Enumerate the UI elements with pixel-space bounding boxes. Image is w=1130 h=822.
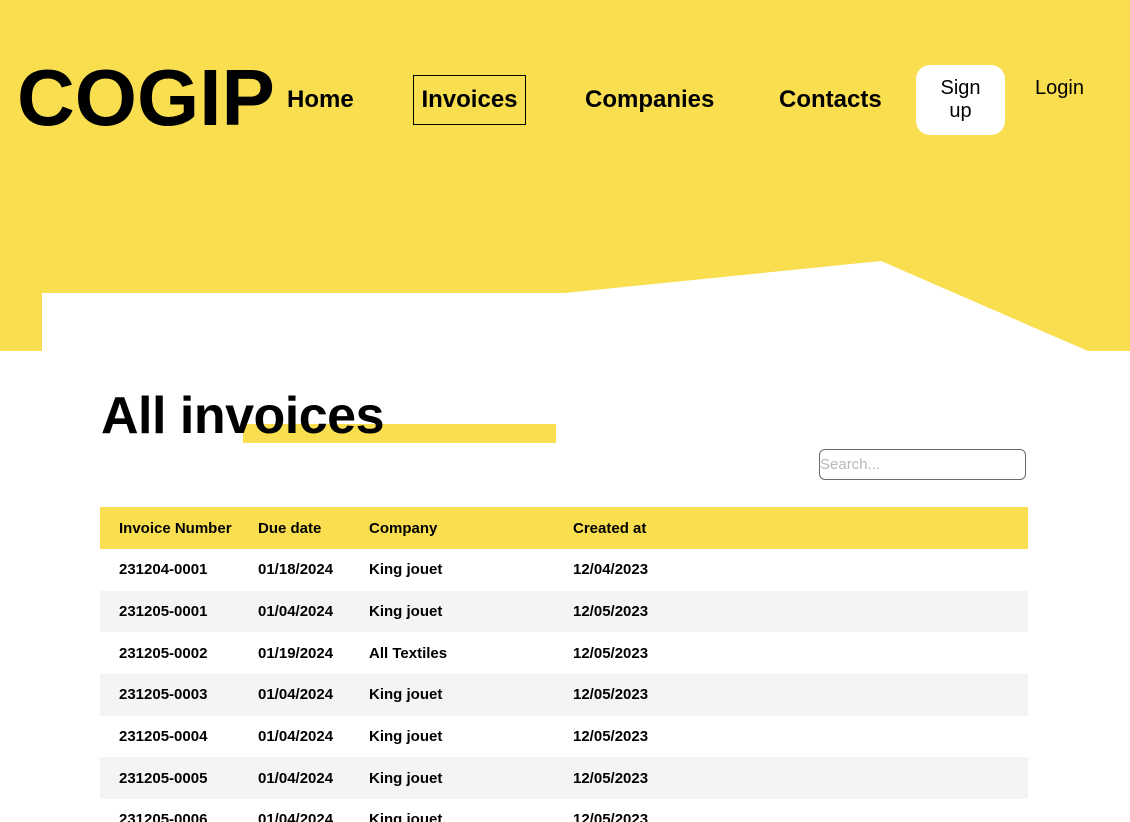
cell-company: King jouet xyxy=(369,769,443,787)
cell-created-at: 12/05/2023 xyxy=(573,603,649,621)
signup-button[interactable]: Sign up xyxy=(916,65,1005,135)
page: COGIP Home Invoices Companies Contacts S… xyxy=(0,0,1130,822)
nav-home[interactable]: Home xyxy=(287,86,354,115)
cell-invoice-number: 231204-0001 xyxy=(119,561,208,579)
cell-invoice-number: 231205-0002 xyxy=(119,644,208,662)
cell-due-date: 01/04/2024 xyxy=(258,728,334,746)
cell-company: King jouet xyxy=(369,728,443,746)
table-header-row: Invoice Number Due date Company Created … xyxy=(100,507,1028,549)
table-row[interactable]: 231204-0001 01/18/2024 King jouet 12/04/… xyxy=(100,549,1028,591)
cell-company: King jouet xyxy=(369,603,443,621)
cell-due-date: 01/04/2024 xyxy=(258,811,334,822)
cell-company: King jouet xyxy=(369,561,443,579)
column-header-invoice-number[interactable]: Invoice Number xyxy=(100,507,258,549)
column-header-due-date[interactable]: Due date xyxy=(258,507,369,549)
cell-company: King jouet xyxy=(369,686,443,704)
column-header-company[interactable]: Company xyxy=(369,507,573,549)
cell-company: King jouet xyxy=(369,811,443,822)
cell-created-at: 12/05/2023 xyxy=(573,769,649,787)
nav-companies[interactable]: Companies xyxy=(585,86,714,115)
cell-created-at: 12/05/2023 xyxy=(573,686,649,704)
cell-invoice-number: 231205-0005 xyxy=(119,769,208,787)
table-row[interactable]: 231205-0003 01/04/2024 King jouet 12/05/… xyxy=(100,674,1028,716)
cell-invoice-number: 231205-0003 xyxy=(119,686,208,704)
cell-invoice-number: 231205-0004 xyxy=(119,728,208,746)
table-row[interactable]: 231205-0001 01/04/2024 King jouet 12/05/… xyxy=(100,590,1028,633)
table-header: Invoice Number Due date Company Created … xyxy=(100,507,1028,549)
cell-created-at: 12/05/2023 xyxy=(573,728,649,746)
table-row[interactable]: 231205-0002 01/19/2024 All Textiles 12/0… xyxy=(100,632,1028,674)
table-row[interactable]: 231205-0005 01/04/2024 King jouet 12/05/… xyxy=(100,757,1028,800)
invoices-table: Invoice Number Due date Company Created … xyxy=(100,507,1028,822)
cell-created-at: 12/05/2023 xyxy=(573,644,649,662)
cell-created-at: 12/05/2023 xyxy=(573,811,649,822)
cell-due-date: 01/04/2024 xyxy=(258,603,334,621)
cell-due-date: 01/04/2024 xyxy=(258,769,334,787)
nav-contacts[interactable]: Contacts xyxy=(779,86,882,115)
nav-invoices[interactable]: Invoices xyxy=(413,75,526,125)
signup-label: Sign up xyxy=(940,77,981,122)
login-link[interactable]: Login xyxy=(1035,77,1084,100)
cell-company: All Textiles xyxy=(369,644,448,662)
column-header-created-at[interactable]: Created at xyxy=(573,507,1028,549)
logo[interactable]: COGIP xyxy=(17,58,275,138)
search-input[interactable] xyxy=(819,449,1026,480)
cell-due-date: 01/04/2024 xyxy=(258,686,334,704)
cell-due-date: 01/18/2024 xyxy=(258,561,334,579)
cell-invoice-number: 231205-0001 xyxy=(119,603,208,621)
table-body: 231204-0001 01/18/2024 King jouet 12/04/… xyxy=(100,549,1028,822)
page-title: All invoices xyxy=(101,387,385,445)
cell-created-at: 12/04/2023 xyxy=(573,561,649,579)
table-row[interactable]: 231205-0006 01/04/2024 King jouet 12/05/… xyxy=(100,799,1028,822)
table-row[interactable]: 231205-0004 01/04/2024 King jouet 12/05/… xyxy=(100,716,1028,758)
cell-due-date: 01/19/2024 xyxy=(258,644,334,662)
cell-invoice-number: 231205-0006 xyxy=(119,811,208,822)
